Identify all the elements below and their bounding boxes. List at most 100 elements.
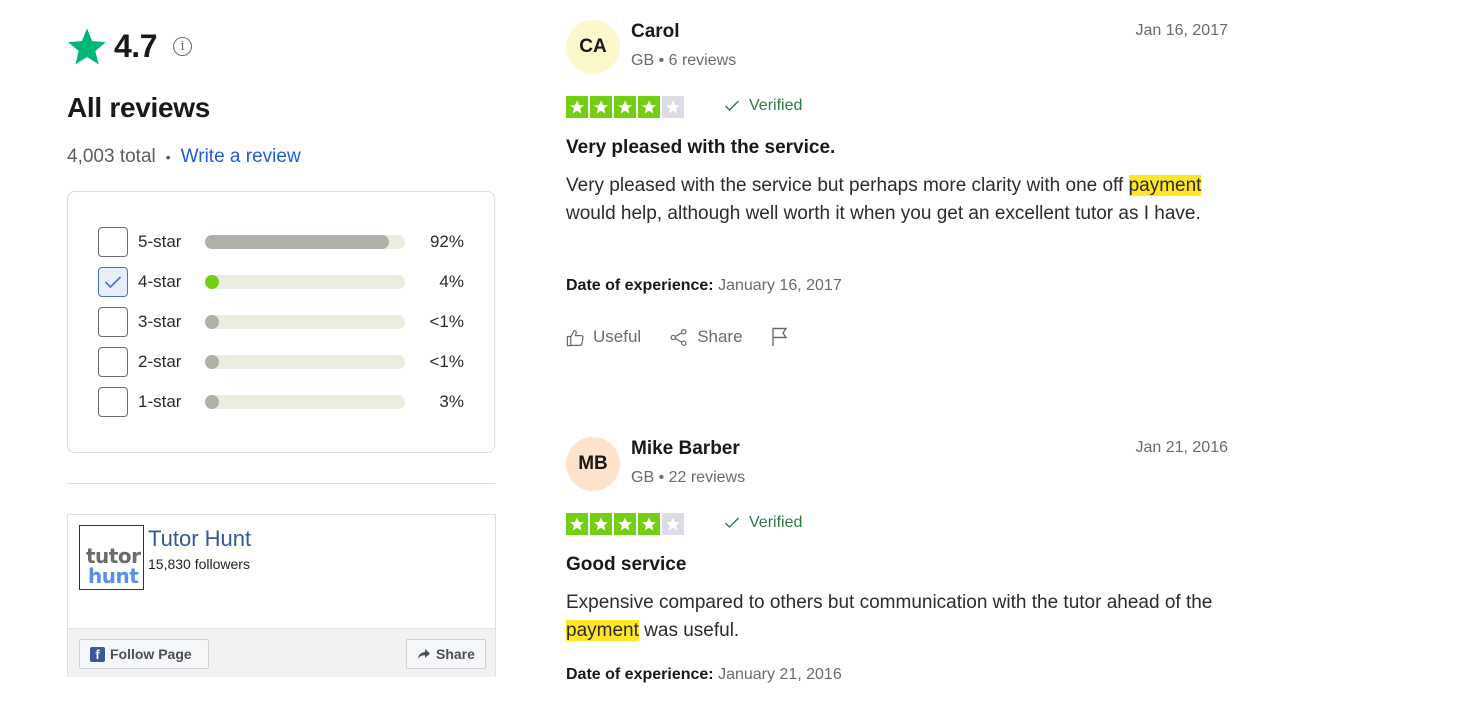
review-title[interactable]: Good service [566,554,686,576]
avatar[interactable]: MB [566,437,620,491]
filter-label: 2-star [138,352,182,371]
follow-page-button[interactable]: f Follow Page [79,639,209,669]
filter-percent: 3% [439,392,464,411]
share-arrow-icon [418,649,430,659]
date-of-experience: Date of experience: January 16, 2017 [566,277,842,295]
filter-percent: <1% [429,312,465,331]
useful-label: Useful [593,327,642,346]
date-of-experience: Date of experience: January 21, 2016 [566,666,842,684]
total-count: 4,003 total [67,146,156,167]
star-icon [614,513,636,535]
reviewer-meta: GB • 6 reviews [631,52,737,69]
filter-bar [205,235,405,249]
filter-bar [205,315,405,329]
empty-star-icon [662,513,684,535]
filter-row-5-star[interactable]: 5-star 92% [98,227,464,257]
filter-label: 5-star [138,232,182,251]
filter-bar-fill [205,315,219,329]
check-icon [725,517,739,528]
filter-row-1-star[interactable]: 1-star 3% [98,387,464,417]
filter-label: 1-star [138,392,182,411]
filter-bar-fill [205,355,219,369]
star-icon [638,96,660,118]
filter-bar-fill [205,235,389,249]
write-review-link[interactable]: Write a review [181,146,301,168]
share-icon [670,328,687,346]
filter-checkbox[interactable] [98,387,128,417]
filter-bar [205,355,405,369]
facebook-page-name[interactable]: Tutor Hunt [148,526,251,552]
star-rating [566,96,686,118]
verified-label: Verified [749,97,803,114]
useful-button[interactable]: Useful [566,327,641,347]
facebook-widget-footer: f Follow Page Share [68,628,495,677]
filter-percent: <1% [429,352,465,371]
filter-label: 3-star [138,312,182,331]
filter-bar-fill [205,395,219,409]
reviewer-name[interactable]: Carol [631,21,680,43]
rating-summary: 4.7 i [67,26,192,66]
review-body: Very pleased with the service but perhap… [566,172,1226,228]
highlighted-keyword: payment [566,620,639,641]
avatar[interactable]: CA [566,20,620,74]
review-date: Jan 21, 2016 [1135,439,1228,456]
star-icon [566,96,588,118]
report-button[interactable] [771,327,797,347]
verified-badge[interactable]: Verified [724,514,802,532]
filter-checkbox[interactable] [98,307,128,337]
filter-percent: 92% [429,232,464,251]
review-text: was useful. [638,620,740,641]
filter-bar [205,395,405,409]
review-text: Expensive compared to others but communi… [566,592,1213,613]
reviewer-name[interactable]: Mike Barber [631,438,740,460]
review-text: Very pleased with the service but perhap… [566,175,1129,196]
rating-value: 4.7 [114,27,157,64]
filter-row-2-star[interactable]: 2-star <1% [98,347,464,377]
filter-checkbox[interactable] [98,267,128,297]
star-icon [68,28,106,65]
filter-bar-fill [205,275,219,289]
facebook-share-label: Share [436,646,475,662]
review-card: CA Carol GB • 6 reviews Jan 16, 2017 Ver… [566,20,1228,360]
star-icon [590,513,612,535]
experience-label: Date of experience: [566,666,714,683]
checkmark-icon [104,276,122,289]
verified-label: Verified [749,514,803,531]
verified-badge[interactable]: Verified [724,97,802,115]
review-title[interactable]: Very pleased with the service. [566,137,835,159]
review-totals: 4,003 total • Write a review [67,146,301,168]
star-rating [566,513,686,535]
empty-star-icon [662,96,684,118]
star-filter-panel: 5-star 92% 4-star 4% 3-star <1% 2-star <… [67,191,495,453]
page-title: All reviews [67,92,211,123]
filter-label: 4-star [138,272,182,291]
facebook-share-button[interactable]: Share [406,639,486,669]
filter-bar [205,275,405,289]
experience-date: January 21, 2016 [718,666,842,683]
filter-checkbox[interactable] [98,347,128,377]
thumbs-up-icon [566,329,584,346]
info-icon[interactable]: i [172,36,192,56]
tutor-hunt-logo[interactable]: tutor hunt [79,525,144,590]
filter-row-3-star[interactable]: 3-star <1% [98,307,464,337]
follow-page-label: Follow Page [110,646,192,662]
separator: • [165,149,171,165]
star-icon [614,96,636,118]
share-label: Share [697,327,743,346]
highlighted-keyword: payment [1128,175,1202,196]
flag-icon [771,327,787,346]
review-text: would help, although well worth it when … [566,203,1201,224]
star-icon [638,513,660,535]
share-button[interactable]: Share [669,327,743,347]
filter-row-4-star[interactable]: 4-star 4% [98,267,464,297]
filter-checkbox[interactable] [98,227,128,257]
experience-date: January 16, 2017 [718,277,842,294]
facebook-page-widget: tutor hunt Tutor Hunt 15,830 followers f… [67,514,496,677]
review-actions: Useful Share [566,327,825,347]
facebook-icon: f [90,646,105,662]
reviewer-meta: GB • 22 reviews [631,469,746,486]
check-icon [725,100,739,111]
logo-text-hunt: hunt [88,564,139,588]
star-icon [566,513,588,535]
divider [67,483,495,484]
